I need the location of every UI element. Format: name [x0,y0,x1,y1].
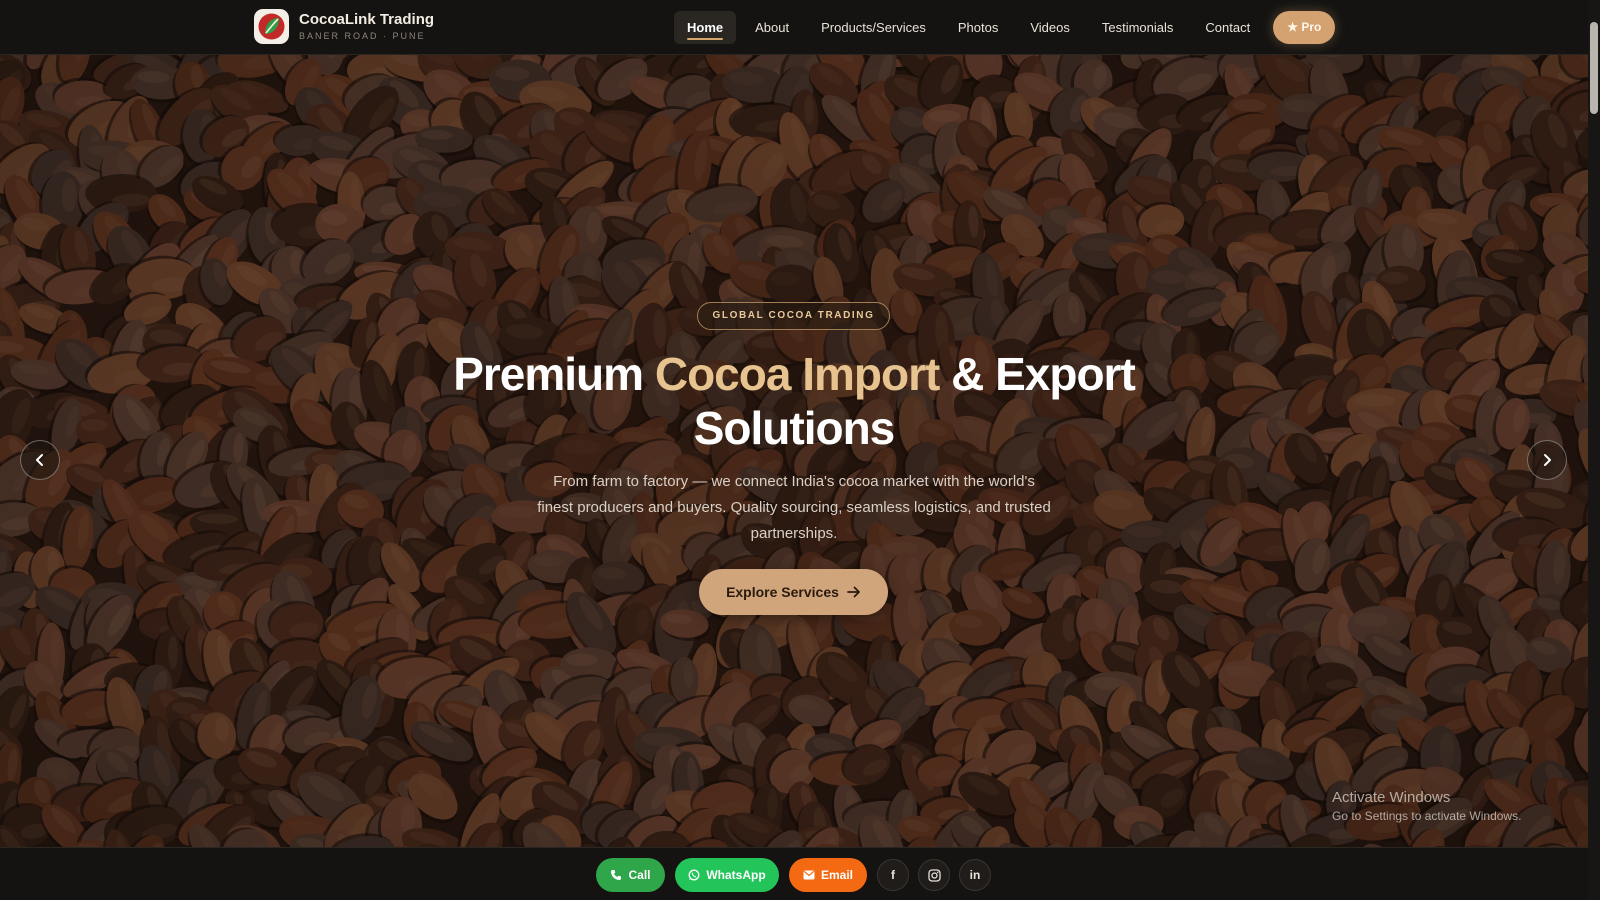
page-scrollbar[interactable] [1588,0,1600,900]
brand[interactable]: CocoaLink Trading BANER ROAD · PUNE [254,9,434,44]
call-label: Call [628,868,651,882]
carousel-prev-button[interactable] [20,440,60,480]
contact-bar: Call WhatsApp Email f in [0,847,1588,900]
facebook-icon[interactable]: f [877,859,909,891]
windows-activation-watermark: Activate Windows Go to Settings to activ… [1332,788,1521,824]
call-button[interactable]: Call [596,858,665,892]
pro-label: Pro [1301,20,1322,34]
activate-subtitle: Go to Settings to activate Windows. [1332,809,1522,823]
chevron-left-icon [36,454,43,466]
linkedin-icon[interactable]: in [959,859,991,891]
star-icon: ★ [1287,20,1298,34]
scrollbar-thumb[interactable] [1590,22,1598,114]
whatsapp-label: WhatsApp [706,868,766,882]
nav-item-home[interactable]: Home [674,11,737,44]
main-nav: Home About Products/Services Photos Vide… [674,11,1336,44]
hero-title-part1: Premium [453,348,655,400]
cocoa-pod-logo-icon [254,9,289,44]
instagram-icon[interactable] [918,859,950,891]
arrow-right-icon [847,586,860,598]
chevron-right-icon [1544,454,1551,466]
brand-location: BANER ROAD · PUNE [299,31,426,41]
nav-item-contact[interactable]: Contact [1192,11,1263,44]
nav-item-photos[interactable]: Photos [945,11,1011,44]
hero-subtitle: From farm to factory — we connect India'… [537,473,1051,542]
envelope-icon [803,870,815,880]
nav-item-products-services[interactable]: Products/Services [808,11,939,44]
site-header: CocoaLink Trading BANER ROAD · PUNE Home… [0,0,1588,55]
activate-title: Activate Windows [1332,789,1451,806]
email-button[interactable]: Email [789,858,867,892]
carousel-next-button[interactable] [1527,440,1567,480]
explore-services-label: Explore Services [726,584,839,600]
pro-button[interactable]: ★ Pro [1273,11,1336,44]
whatsapp-button[interactable]: WhatsApp [675,858,779,892]
nav-item-videos[interactable]: Videos [1017,11,1083,44]
nav-item-testimonials[interactable]: Testimonials [1089,11,1187,44]
whatsapp-icon [688,869,700,881]
nav-item-about[interactable]: About [742,11,802,44]
explore-services-button[interactable]: Explore Services [699,569,888,615]
hero-title-accent: Cocoa Import [654,348,940,400]
hero-tag: GLOBAL COCOA TRADING [697,302,890,330]
hero-section: GLOBAL COCOA TRADING Premium Cocoa Impor… [0,55,1588,847]
email-label: Email [820,868,853,882]
brand-name: CocoaLink Trading [299,11,435,28]
hero-title: Premium Cocoa Import & Export Solutions [394,347,1194,455]
phone-icon [611,870,622,880]
